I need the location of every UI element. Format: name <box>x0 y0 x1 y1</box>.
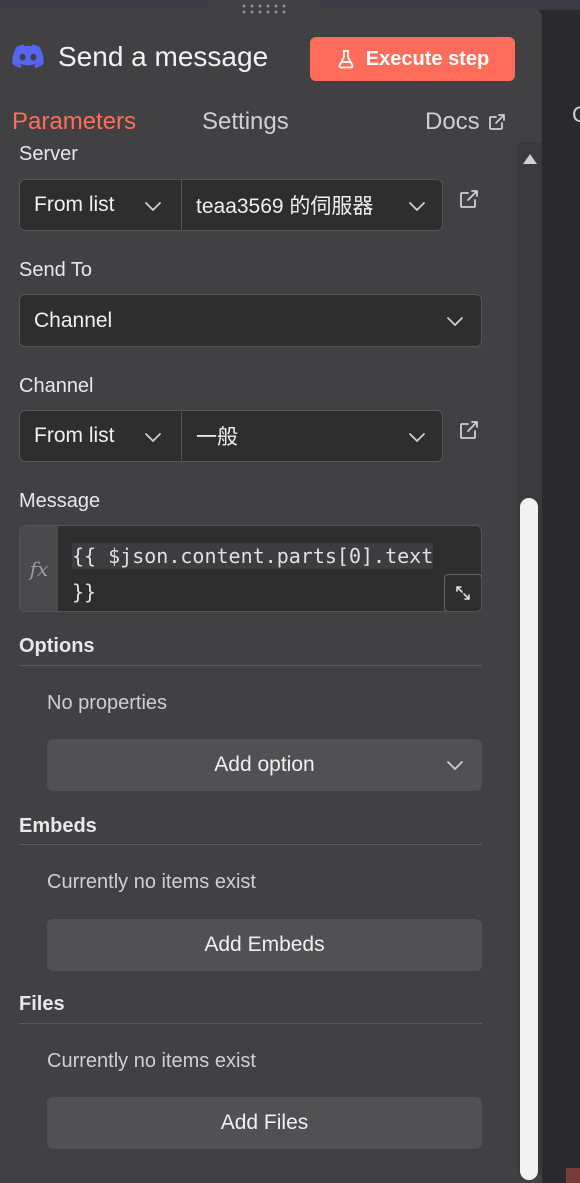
embeds-heading: Embeds <box>19 815 97 837</box>
canvas-letter: C <box>572 102 580 127</box>
discord-icon <box>12 44 44 68</box>
message-label: Message <box>19 490 101 512</box>
server-mode-value: From list <box>34 193 115 216</box>
channel-value-select[interactable]: 一般 <box>182 411 442 461</box>
add-embeds-button[interactable]: Add Embeds <box>47 919 482 971</box>
panel-header: Send a message Execute step <box>0 8 542 108</box>
files-heading: Files <box>19 993 65 1015</box>
canvas-background-right: C <box>542 10 580 1183</box>
channel-mode-select[interactable]: From list <box>20 411 182 461</box>
tab-parameters[interactable]: Parameters <box>12 108 136 136</box>
options-empty-text: No properties <box>47 692 168 714</box>
send-to-label: Send To <box>19 259 93 281</box>
server-field: From list teaa3569 的伺服器 <box>19 179 443 231</box>
chevron-down-icon <box>409 433 425 442</box>
expand-icon <box>456 586 470 600</box>
scrollbar-thumb[interactable] <box>520 498 538 1180</box>
tab-settings[interactable]: Settings <box>202 108 289 136</box>
send-to-select[interactable]: Channel <box>19 294 482 347</box>
execute-step-label: Execute step <box>365 47 490 70</box>
server-value: teaa3569 的伺服器 <box>196 195 374 218</box>
add-files-button[interactable]: Add Files <box>47 1097 482 1149</box>
channel-open-link-icon[interactable] <box>458 419 480 441</box>
external-link-icon <box>488 114 505 130</box>
channel-field: From list 一般 <box>19 410 443 462</box>
chevron-down-icon <box>145 433 161 442</box>
chevron-down-icon <box>145 202 161 211</box>
node-title[interactable]: Send a message <box>58 41 268 73</box>
fx-icon: fx <box>20 526 58 611</box>
expression-line-1: {{ $json.content.parts[0].text <box>72 543 434 569</box>
server-value-select[interactable]: teaa3569 的伺服器 <box>182 180 442 230</box>
channel-value: 一般 <box>196 426 238 449</box>
options-heading: Options <box>19 635 95 657</box>
message-expression-editor[interactable]: fx {{ $json.content.parts[0].text }} <box>19 525 482 612</box>
chevron-down-icon <box>409 202 425 211</box>
embeds-divider <box>19 844 482 845</box>
channel-label: Channel <box>19 375 94 397</box>
chevron-down-icon <box>447 317 463 326</box>
tab-docs-label: Docs <box>425 108 480 135</box>
add-option-button[interactable]: Add option <box>47 739 482 791</box>
server-open-link-icon[interactable] <box>458 188 480 210</box>
send-to-value: Channel <box>34 308 113 332</box>
expand-editor-button[interactable] <box>444 574 481 611</box>
tab-docs[interactable]: Docs <box>425 108 506 136</box>
embeds-empty-text: Currently no items exist <box>47 871 256 893</box>
files-empty-text: Currently no items exist <box>47 1050 256 1072</box>
expression-line-2: }} <box>72 580 97 604</box>
parameters-content: Server From list teaa3569 的伺服器 Send To C… <box>0 142 518 1175</box>
flask-icon <box>338 50 354 69</box>
options-divider <box>19 665 482 666</box>
message-expression-text[interactable]: {{ $json.content.parts[0].text }} <box>72 538 462 610</box>
files-divider <box>19 1023 482 1024</box>
scroll-up-arrow-icon[interactable] <box>522 152 538 166</box>
server-label: Server <box>19 143 78 165</box>
add-option-label: Add option <box>214 753 315 776</box>
chevron-down-icon <box>447 761 463 770</box>
channel-mode-value: From list <box>34 424 115 447</box>
canvas-accent <box>566 1168 580 1183</box>
execute-step-button[interactable]: Execute step <box>310 37 515 81</box>
server-mode-select[interactable]: From list <box>20 180 182 230</box>
